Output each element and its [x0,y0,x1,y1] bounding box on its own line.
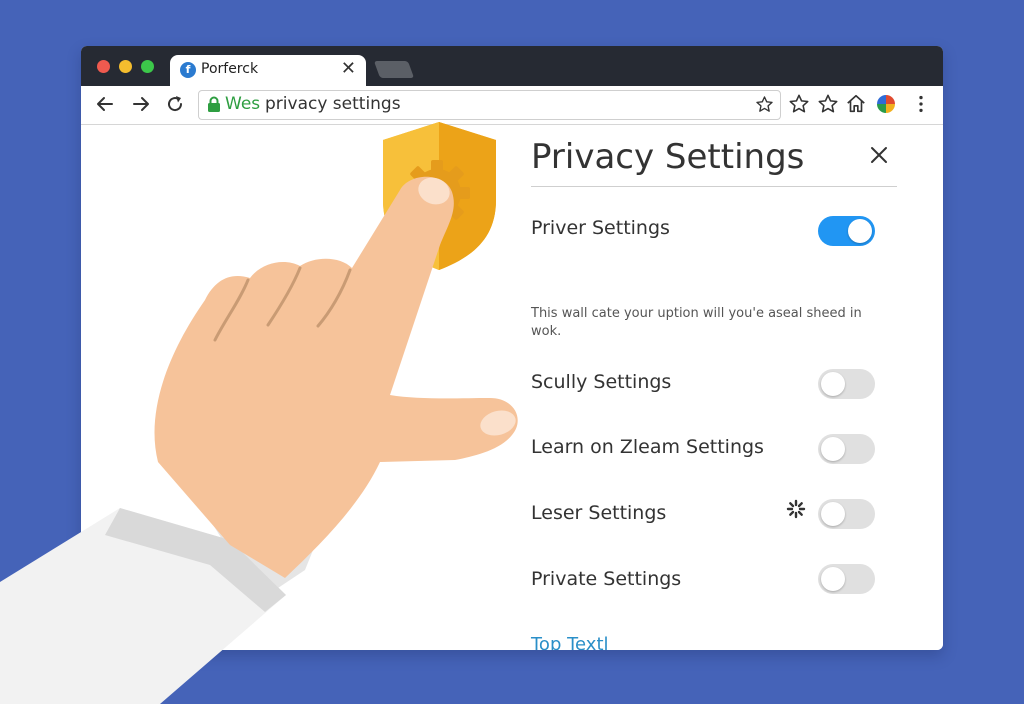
tab-active[interactable]: f Porferck ✕ [170,55,366,86]
maximize-window-button[interactable] [141,60,154,73]
setting-label-private: Private Settings [531,568,682,590]
setting-label-leser: Leser Settings [531,502,667,524]
address-bar[interactable]: Wes privacy settings [198,90,781,120]
forward-icon[interactable] [130,93,152,115]
bookmark-star-icon[interactable] [788,93,810,115]
back-icon[interactable] [94,93,116,115]
toggle-learn-on-zleam[interactable] [818,434,875,464]
url-secure-text: Wes [225,94,261,114]
tab-title: Porferck [201,61,259,77]
close-window-button[interactable] [97,60,110,73]
toggle-knob [848,219,872,243]
reload-icon[interactable] [164,93,186,115]
new-tab-button[interactable] [373,61,415,78]
toggle-knob [821,437,845,461]
page-content: Privacy Settings Priver Settings This wa… [81,125,943,650]
footer-link[interactable]: Top Textl [531,634,609,650]
tab-close-icon[interactable]: ✕ [341,58,356,79]
lock-icon [208,96,220,112]
setting-label-learn-on-zleam: Learn on Zleam Settings [531,436,764,458]
title-divider [531,186,897,187]
close-icon[interactable] [867,143,891,167]
browser-toolbar: Wes privacy settings [81,86,943,125]
menu-kebab-icon[interactable] [910,93,932,115]
setting-description: This wall cate your uption will you'e as… [531,306,862,339]
setting-label-scully: Scully Settings [531,371,672,393]
toggle-private[interactable] [818,564,875,594]
browser-window: f Porferck ✕ Wes privacy settings Privac… [81,46,943,650]
site-favicon-icon: f [180,62,196,78]
toggle-scully[interactable] [818,369,875,399]
home-icon[interactable] [845,93,867,115]
reading-list-star-icon[interactable] [817,93,839,115]
profile-avatar-icon[interactable] [877,95,895,113]
page-title: Privacy Settings [531,137,805,177]
toggle-priver[interactable] [818,216,875,246]
toggle-knob [821,567,845,591]
url-text: privacy settings [265,94,401,114]
toggle-knob [821,372,845,396]
loading-spinner-icon [786,499,806,519]
star-icon[interactable] [755,95,774,114]
setting-label-priver: Priver Settings [531,217,670,239]
tab-bar: f Porferck ✕ [81,46,943,86]
toggle-leser[interactable] [818,499,875,529]
toggle-knob [821,502,845,526]
minimize-window-button[interactable] [119,60,132,73]
